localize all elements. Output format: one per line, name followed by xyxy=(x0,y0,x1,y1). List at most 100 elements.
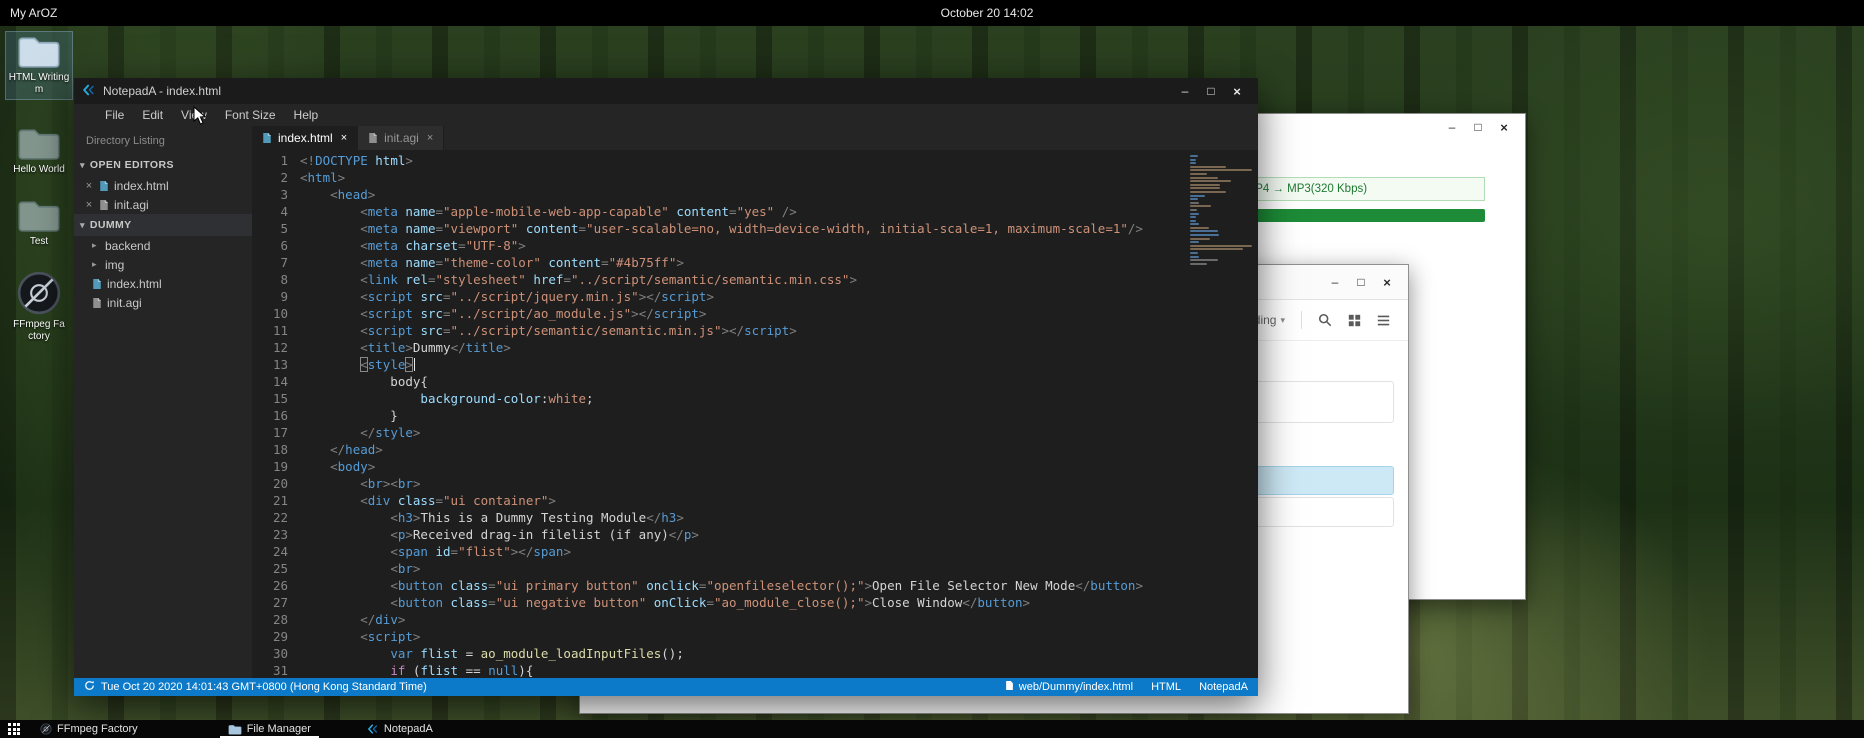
minimize-button[interactable]: – xyxy=(1441,121,1463,133)
file-icon xyxy=(92,278,102,290)
tab-init-agi[interactable]: init.agi × xyxy=(358,126,444,150)
code-line[interactable]: 27 <button class="ui negative button" on… xyxy=(252,594,1184,611)
desktop-icon-hello-world[interactable]: Hello World xyxy=(6,124,72,179)
code-line[interactable]: 22 <h3>This is a Dummy Testing Module</h… xyxy=(252,509,1184,526)
grid-view-icon[interactable] xyxy=(1348,314,1361,327)
line-number: 20 xyxy=(252,475,300,492)
code-line[interactable]: 17 </style> xyxy=(252,424,1184,441)
code-line[interactable]: 31 if (flist == null){ xyxy=(252,662,1184,678)
code-line[interactable]: 8 <link rel="stylesheet" href="../script… xyxy=(252,271,1184,288)
close-icon[interactable]: × xyxy=(427,132,433,144)
code-line[interactable]: 1<!DOCTYPE html> xyxy=(252,152,1184,169)
line-number: 2 xyxy=(252,169,300,186)
code-line[interactable]: 30 var flist = ao_module_loadInputFiles(… xyxy=(252,645,1184,662)
tab-index-html[interactable]: index.html × xyxy=(252,126,358,150)
menu-file[interactable]: File xyxy=(96,108,133,122)
notepada-window[interactable]: NotepadA - index.html –□× FileEditViewFo… xyxy=(74,78,1258,696)
line-number: 6 xyxy=(252,237,300,254)
open-editor-init-agi[interactable]: ×init.agi xyxy=(74,195,252,214)
minimize-button[interactable]: – xyxy=(1324,276,1346,288)
code-line[interactable]: 25 <br> xyxy=(252,560,1184,577)
tree-item-backend[interactable]: ▸backend xyxy=(74,236,252,255)
code-line[interactable]: 23 <p>Received drag-in filelist (if any)… xyxy=(252,526,1184,543)
tab-label: init.agi xyxy=(384,131,419,145)
search-icon[interactable] xyxy=(1318,313,1332,327)
close-button[interactable]: × xyxy=(1376,276,1398,289)
taskbar-item-notepada[interactable]: NotepadA xyxy=(359,720,441,738)
taskbar-item-ffmpeg-factory[interactable]: FFmpeg Factory xyxy=(32,720,146,738)
maximize-button[interactable]: □ xyxy=(1467,121,1489,133)
desktop-icon-ffmpeg-fa-ctory[interactable]: FFmpeg Factory xyxy=(6,268,72,346)
close-icon[interactable]: × xyxy=(84,199,94,211)
code-line[interactable]: 11 <script src="../script/semantic/seman… xyxy=(252,322,1184,339)
close-button[interactable]: × xyxy=(1493,121,1515,134)
open-editor-index-html[interactable]: ×index.html xyxy=(74,176,252,195)
code-line[interactable]: 6 <meta charset="UTF-8"> xyxy=(252,237,1184,254)
tree-item-img[interactable]: ▸img xyxy=(74,255,252,274)
code-line[interactable]: 13 <style> xyxy=(252,356,1184,373)
menu-edit[interactable]: Edit xyxy=(133,108,172,122)
window-controls: –□ × xyxy=(1174,78,1258,104)
maximize-button[interactable]: □ xyxy=(1200,85,1222,97)
menu-font-size[interactable]: Font Size xyxy=(216,108,285,122)
desktop-icon-test[interactable]: Test xyxy=(6,196,72,251)
sidebar-heading: Directory Listing xyxy=(74,126,252,154)
taskbar-item-file-manager[interactable]: File Manager xyxy=(220,720,319,738)
close-button[interactable]: × xyxy=(1226,85,1248,98)
menu-help[interactable]: Help xyxy=(285,108,328,122)
close-icon[interactable]: × xyxy=(341,132,347,144)
chevron-down-icon: ▾ xyxy=(80,220,85,231)
code-line[interactable]: 28 </div> xyxy=(252,611,1184,628)
code-line[interactable]: 19 <body> xyxy=(252,458,1184,475)
status-language[interactable]: HTML xyxy=(1151,681,1181,693)
code-line[interactable]: 26 <button class="ui primary button" onc… xyxy=(252,577,1184,594)
close-icon[interactable]: × xyxy=(84,180,94,192)
code-line[interactable]: 29 <script> xyxy=(252,628,1184,645)
maximize-button[interactable]: □ xyxy=(1350,276,1372,288)
tree-item-index-html[interactable]: index.html xyxy=(74,274,252,293)
code-line[interactable]: 14 body{ xyxy=(252,373,1184,390)
code-line[interactable]: 16 } xyxy=(252,407,1184,424)
line-number: 30 xyxy=(252,645,300,662)
line-number: 27 xyxy=(252,594,300,611)
tree-item-init-agi[interactable]: init.agi xyxy=(74,293,252,312)
folder-icon xyxy=(228,724,242,735)
code-line[interactable]: 7 <meta name="theme-color" content="#4b7… xyxy=(252,254,1184,271)
text-cursor xyxy=(414,358,416,371)
tree-item-label: img xyxy=(105,258,124,272)
minimize-button[interactable]: – xyxy=(1174,85,1196,97)
line-number: 24 xyxy=(252,543,300,560)
line-number: 13 xyxy=(252,356,300,373)
code-line[interactable]: 18 </head> xyxy=(252,441,1184,458)
aroz-menu-button[interactable]: My ArOZ xyxy=(10,0,57,26)
folder-icon xyxy=(6,34,72,69)
code-line[interactable]: 21 <div class="ui container"> xyxy=(252,492,1184,509)
minimap[interactable] xyxy=(1186,152,1258,678)
notepada-titlebar[interactable]: NotepadA - index.html –□× xyxy=(74,78,1258,104)
code-line[interactable]: 4 <meta name="apple-mobile-web-app-capab… xyxy=(252,203,1184,220)
file-icon xyxy=(99,180,109,192)
code-line[interactable]: 9 <script src="../script/jquery.min.js">… xyxy=(252,288,1184,305)
line-number: 26 xyxy=(252,577,300,594)
code-line[interactable]: 5 <meta name="viewport" content="user-sc… xyxy=(252,220,1184,237)
code-line[interactable]: 24 <span id="flist"></span> xyxy=(252,543,1184,560)
tab-label: index.html xyxy=(278,131,333,145)
code-line[interactable]: 20 <br><br> xyxy=(252,475,1184,492)
taskbar-item-label: NotepadA xyxy=(384,723,433,735)
code-line[interactable]: 10 <script src="../script/ao_module.js">… xyxy=(252,305,1184,322)
code-line[interactable]: 12 <title>Dummy</title> xyxy=(252,339,1184,356)
chevron-down-icon: ▾ xyxy=(1280,315,1285,326)
code-line[interactable]: 15 background-color:white; xyxy=(252,390,1184,407)
line-number: 19 xyxy=(252,458,300,475)
tree-item-label: init.agi xyxy=(107,296,142,310)
code-line[interactable]: 3 <head> xyxy=(252,186,1184,203)
status-app-name: NotepadA xyxy=(1199,681,1248,693)
code-line[interactable]: 2<html> xyxy=(252,169,1184,186)
open-editors-section[interactable]: ▾ OPEN EDITORS xyxy=(74,154,252,176)
list-view-icon[interactable] xyxy=(1377,314,1390,327)
line-number: 23 xyxy=(252,526,300,543)
app-grid-button[interactable] xyxy=(0,720,28,738)
code-editor[interactable]: 1<!DOCTYPE html>2<html>3 <head>4 <meta n… xyxy=(252,150,1258,678)
workspace-section[interactable]: ▾ DUMMY xyxy=(74,214,252,236)
desktop-icon-html-writing-m[interactable]: HTML Writingm xyxy=(6,32,72,99)
